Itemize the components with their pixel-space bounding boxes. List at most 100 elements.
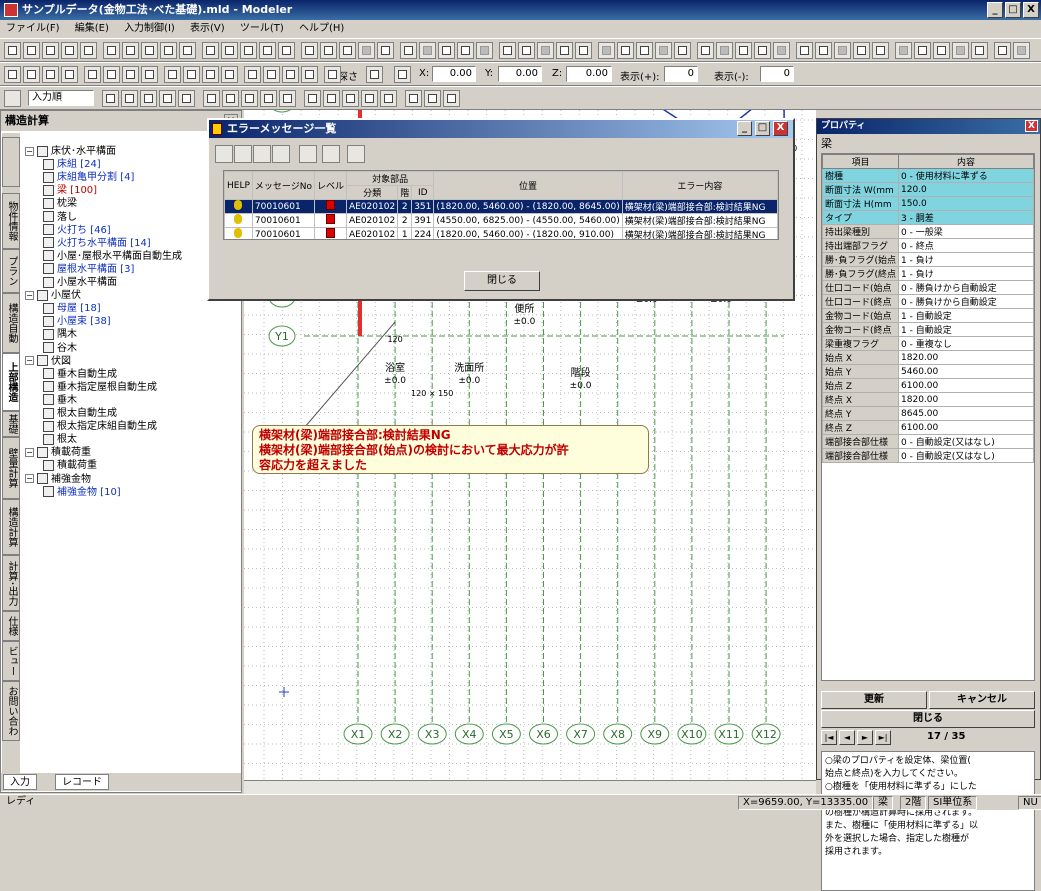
dialog-minimize-button[interactable]: _	[737, 121, 752, 136]
view-button[interactable]	[282, 66, 299, 83]
toolbar-button[interactable]	[895, 42, 912, 59]
tree-item[interactable]: 隅木	[43, 328, 77, 341]
edit-button[interactable]	[304, 90, 321, 107]
property-row[interactable]: 端部接合部仕様 0 - 自動設定(又はなし)	[822, 434, 1034, 449]
toolbar-button[interactable]	[598, 42, 615, 59]
toolbar-button[interactable]	[202, 42, 219, 59]
edit-button[interactable]	[323, 90, 340, 107]
tree-item[interactable]: 小屋束 [38]	[43, 315, 111, 328]
view-button[interactable]	[221, 66, 238, 83]
sort-icon[interactable]	[4, 90, 21, 107]
toolbar-button[interactable]	[23, 42, 40, 59]
edit-button[interactable]	[342, 90, 359, 107]
tree-item[interactable]: 補強金物 [10]	[43, 486, 121, 499]
help-cell[interactable]	[224, 227, 253, 239]
property-value[interactable]: 0 - 一般梁	[898, 224, 1034, 239]
tree-item[interactable]: 母屋 [18]	[43, 302, 101, 315]
display-minus-field[interactable]: 0	[760, 66, 794, 82]
delete-icon[interactable]	[272, 145, 290, 163]
edit-button[interactable]	[222, 90, 239, 107]
toolbar-button[interactable]	[735, 42, 752, 59]
toolbar-button[interactable]	[815, 42, 832, 59]
refresh-icon[interactable]	[299, 145, 317, 163]
view-button[interactable]	[202, 66, 219, 83]
toolbar-button[interactable]	[773, 42, 790, 59]
property-value[interactable]: 6100.00	[898, 420, 1034, 435]
view-button[interactable]	[324, 66, 341, 83]
tree-item[interactable]: 屋根水平構面 [3]	[43, 263, 134, 276]
nav-last-button[interactable]: ►|	[875, 730, 891, 745]
edit-button[interactable]	[178, 90, 195, 107]
vertical-tab[interactable]: 構造計算	[2, 499, 20, 555]
help-icon[interactable]	[234, 214, 243, 224]
tab-input[interactable]: 入力	[3, 774, 37, 790]
input-order-select[interactable]: 入力順	[28, 90, 94, 106]
tree-item[interactable]: 谷木	[43, 342, 77, 355]
view-button[interactable]	[103, 66, 120, 83]
property-value[interactable]: 6100.00	[898, 378, 1034, 393]
toolbar-button[interactable]	[556, 42, 573, 59]
tree-group[interactable]: − 伏図	[25, 355, 71, 368]
view-button[interactable]	[122, 66, 139, 83]
help-cell[interactable]	[224, 199, 253, 214]
edit-button[interactable]	[121, 90, 138, 107]
toolbar-button[interactable]	[617, 42, 634, 59]
view-button[interactable]	[244, 66, 261, 83]
toolbar-button[interactable]	[160, 42, 177, 59]
toolbar-button[interactable]	[537, 42, 554, 59]
nav-next-button[interactable]: ►	[857, 730, 873, 745]
toolbar-button[interactable]	[518, 42, 535, 59]
toolbar-button[interactable]	[377, 42, 394, 59]
tree-item[interactable]: 積載荷重	[43, 459, 97, 472]
tree-item[interactable]: 枕梁	[43, 197, 77, 210]
cancel-button[interactable]: キャンセル	[929, 691, 1035, 709]
property-row[interactable]: 仕口コード(終点 0 - 勝負けから自動設定	[822, 294, 1034, 309]
property-row[interactable]: 金物コード(始点 1 - 自動設定	[822, 308, 1034, 323]
property-value[interactable]: 0 - 使用材料に準ずる	[898, 168, 1034, 183]
property-close-button[interactable]: 閉じる	[821, 710, 1035, 728]
toolbar-button[interactable]	[716, 42, 733, 59]
table-row[interactable]: 70010601 AE020102 2 391 (4550.00, 6825.00) -…	[224, 213, 778, 228]
edit-button[interactable]	[241, 90, 258, 107]
toolbar-button[interactable]	[754, 42, 771, 59]
menu-edit[interactable]: 編集(E)	[69, 20, 115, 38]
toolbar-button[interactable]	[80, 42, 97, 59]
table-row[interactable]: 70010601 AE020102 2 351 (1820.00, 5460.00) -…	[224, 199, 778, 214]
edit-button[interactable]	[380, 90, 397, 107]
toolbar-button[interactable]	[636, 42, 653, 59]
filter-warning-button[interactable]	[234, 145, 252, 163]
filter-info-button[interactable]	[215, 145, 233, 163]
toolbar-button[interactable]	[697, 42, 714, 59]
tree-item[interactable]: 小屋･屋根水平構面自動生成	[43, 250, 182, 263]
horizontal-scrollbar[interactable]	[244, 780, 816, 794]
property-row[interactable]: 始点 Y 5460.00	[822, 364, 1034, 379]
height-button[interactable]	[394, 66, 411, 83]
property-row[interactable]: 始点 X 1820.00	[822, 350, 1034, 365]
property-value[interactable]: 1 - 自動設定	[898, 308, 1034, 323]
view-button[interactable]	[164, 66, 181, 83]
property-row[interactable]: 勝･負フラグ(始点 1 - 負け	[822, 252, 1034, 267]
tree-group[interactable]: − 床伏･水平構面	[25, 145, 116, 158]
vertical-tab[interactable]: 仕様	[2, 611, 20, 641]
view-button[interactable]	[4, 66, 21, 83]
property-value[interactable]: 0 - 勝負けから自動設定	[898, 280, 1034, 295]
maximize-button[interactable]: □	[1005, 2, 1021, 18]
property-row[interactable]: 持出端部フラグ 0 - 終点	[822, 238, 1034, 253]
table-row[interactable]: 70010601 AE020102 1 224 (1820.00, 5460.00) -…	[224, 227, 778, 239]
vertical-tab[interactable]: 上部構造	[2, 353, 20, 411]
toolbar-button[interactable]	[853, 42, 870, 59]
close-button[interactable]: X	[1023, 2, 1039, 18]
toolbar-button[interactable]	[122, 42, 139, 59]
menu-tools[interactable]: ツール(T)	[234, 20, 290, 38]
collapse-icon[interactable]: −	[25, 146, 34, 156]
property-row[interactable]: 断面寸法 H(mm 150.0	[822, 196, 1034, 211]
tree-item[interactable]: 梁 [100]	[43, 184, 97, 197]
property-row[interactable]: 勝･負フラグ(終点 1 - 負け	[822, 266, 1034, 281]
toolbar-button[interactable]	[278, 42, 295, 59]
tree-item[interactable]: 床組亀甲分割 [4]	[43, 171, 134, 184]
toolbar-button[interactable]	[872, 42, 889, 59]
toolbar-button[interactable]	[339, 42, 356, 59]
property-row[interactable]: 端部接合部仕様 0 - 自動設定(又はなし)	[822, 448, 1034, 463]
property-value[interactable]: 8645.00	[898, 406, 1034, 421]
collapse-icon[interactable]: −	[25, 447, 34, 457]
